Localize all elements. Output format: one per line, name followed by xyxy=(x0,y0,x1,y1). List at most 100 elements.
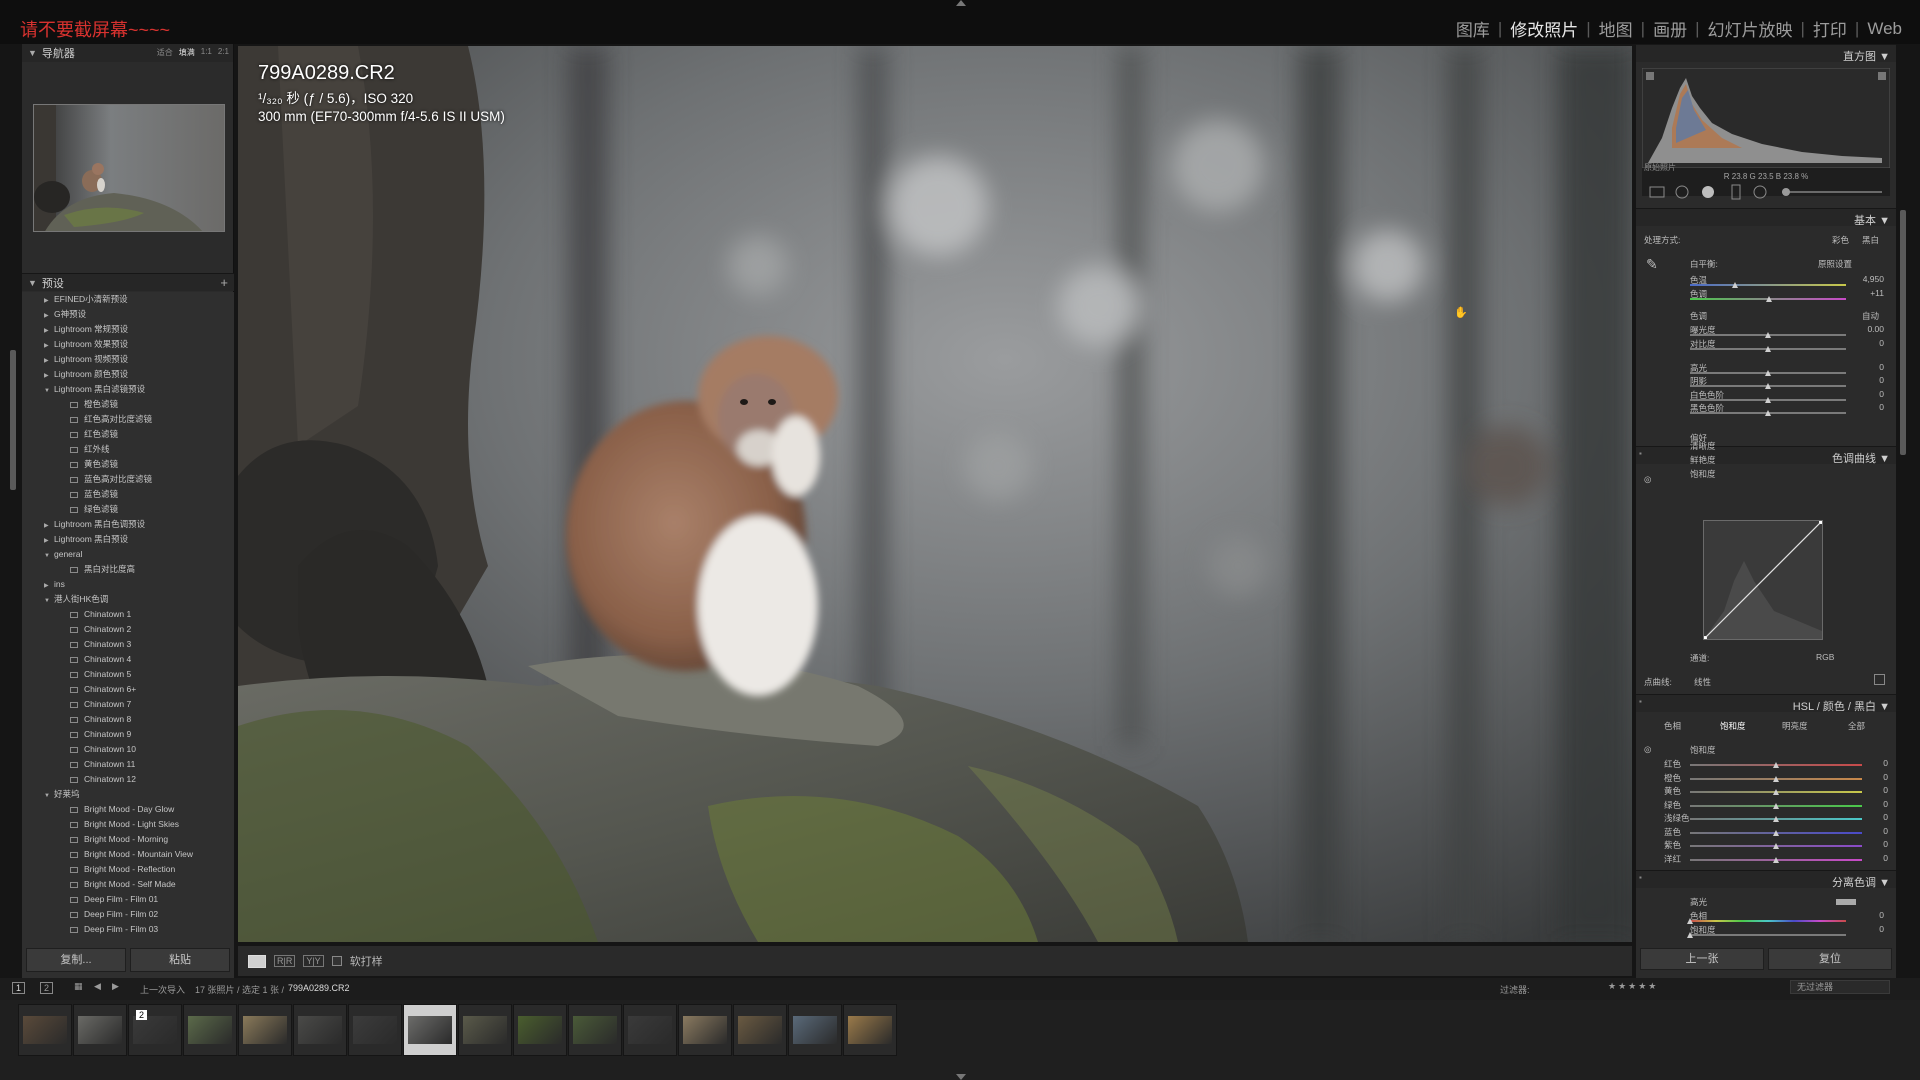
preset-item[interactable]: Bright Mood - Mountain View xyxy=(22,847,234,862)
hsl-subtab-saturation[interactable]: 饱和度 xyxy=(1720,720,1746,732)
preset-folder[interactable]: ▼ 港人街HK色调 xyxy=(22,592,234,607)
contrast-value[interactable]: 0 xyxy=(1854,338,1884,348)
collapse-triangle-icon[interactable]: ▼ xyxy=(28,278,37,288)
hsl-row-value[interactable]: 0 xyxy=(1858,812,1888,822)
preset-item[interactable]: 红外线 xyxy=(22,442,234,457)
folder-expanded-icon[interactable]: ▼ xyxy=(44,789,54,804)
preset-folder[interactable]: ▶ Lightroom 效果预设 xyxy=(22,337,234,352)
preset-item[interactable]: Chinatown 5 xyxy=(22,667,234,682)
module-slideshow[interactable]: 幻灯片放映 xyxy=(1700,16,1801,41)
split-sat-thumb[interactable] xyxy=(1687,932,1693,938)
preset-item[interactable]: Chinatown 10 xyxy=(22,742,234,757)
hsl-row-value[interactable]: 0 xyxy=(1858,826,1888,836)
filmstrip-thumbnail[interactable] xyxy=(183,1004,237,1056)
preset-folder[interactable]: ▼ 好莱坞 xyxy=(22,787,234,802)
folder-expanded-icon[interactable]: ▼ xyxy=(44,549,54,564)
filmstrip-thumbnail[interactable] xyxy=(623,1004,677,1056)
back-arrow-icon[interactable]: ◀ xyxy=(94,981,101,992)
hsl-slider-thumb[interactable] xyxy=(1773,775,1779,782)
preset-item[interactable]: Bright Mood - Morning xyxy=(22,832,234,847)
presets-header[interactable]: ▼ 预设 + xyxy=(22,273,234,291)
before-after-swap-icon[interactable]: Y|Y xyxy=(303,955,324,967)
filmstrip-thumbnail[interactable] xyxy=(788,1004,842,1056)
filmstrip-thumbnail[interactable] xyxy=(678,1004,732,1056)
hsl-subtab-all[interactable]: 全部 xyxy=(1848,720,1865,732)
hsl-subtab-luminance[interactable]: 明亮度 xyxy=(1782,720,1808,732)
split-hue-slider[interactable] xyxy=(1690,920,1846,922)
filmstrip-thumbnail[interactable] xyxy=(18,1004,72,1056)
hsl-row-value[interactable]: 0 xyxy=(1858,799,1888,809)
preset-item[interactable]: 橙色滤镜 xyxy=(22,397,234,412)
monitor-1-icon[interactable]: 1 xyxy=(12,982,26,994)
split-hue-value[interactable]: 0 xyxy=(1854,910,1884,920)
monitor-2-icon[interactable]: 2 xyxy=(40,982,54,994)
preset-item[interactable]: Chinatown 7 xyxy=(22,697,234,712)
hsl-tab-color[interactable]: 颜色 xyxy=(1823,701,1845,713)
zoom-1-1[interactable]: 1:1 xyxy=(201,47,212,58)
filmstrip-thumbnail[interactable] xyxy=(238,1004,292,1056)
preset-folder[interactable]: ▶ Lightroom 视频预设 xyxy=(22,352,234,367)
preset-item[interactable]: Bright Mood - Day Glow xyxy=(22,802,234,817)
zoom-fit[interactable]: 适合 xyxy=(157,47,173,58)
histogram-header[interactable]: 直方图 ▼ xyxy=(1636,44,1896,63)
star-rating-filter-icon[interactable]: ★★★★★ xyxy=(1608,981,1658,992)
shadows-value[interactable]: 0 xyxy=(1854,375,1884,385)
preset-folder[interactable]: ▶ EFINED小清新预设 xyxy=(22,292,234,307)
hsl-slider-thumb[interactable] xyxy=(1773,856,1779,863)
preset-folder[interactable]: ▶ G神预设 xyxy=(22,307,234,322)
right-panel-scrollbar[interactable] xyxy=(1900,210,1906,455)
highlights-slider-thumb[interactable] xyxy=(1765,370,1771,376)
forward-arrow-icon[interactable]: ▶ xyxy=(112,981,119,992)
point-curve-value[interactable]: 线性 xyxy=(1694,676,1711,688)
filmstrip-thumbnail[interactable] xyxy=(348,1004,402,1056)
module-book[interactable]: 画册 xyxy=(1645,16,1695,41)
folder-expanded-icon[interactable]: ▼ xyxy=(44,594,54,609)
blacks-slider-thumb[interactable] xyxy=(1765,410,1771,416)
treatment-color[interactable]: 彩色 xyxy=(1832,234,1849,246)
filmstrip-thumbnail[interactable] xyxy=(568,1004,622,1056)
preset-item[interactable]: Chinatown 11 xyxy=(22,757,234,772)
preset-folder[interactable]: ▶ Lightroom 黑白色调预设 xyxy=(22,517,234,532)
preset-item[interactable]: Deep Film - Film 02 xyxy=(22,907,234,922)
photo-canvas[interactable] xyxy=(238,46,1632,942)
preset-folder[interactable]: ▶ Lightroom 黑白预设 xyxy=(22,532,234,547)
whites-value[interactable]: 0 xyxy=(1854,389,1884,399)
before-after-icon[interactable]: R|R xyxy=(274,955,296,967)
zoom-fill[interactable]: 填满 xyxy=(179,47,195,58)
shadows-slider-thumb[interactable] xyxy=(1765,383,1771,389)
module-print[interactable]: 打印 xyxy=(1805,16,1855,41)
split-sat-slider[interactable] xyxy=(1690,934,1846,936)
hsl-row-value[interactable]: 0 xyxy=(1858,853,1888,863)
module-web[interactable]: Web xyxy=(1859,19,1910,39)
hsl-tab-bw[interactable]: 黑白 xyxy=(1854,701,1876,713)
reset-button[interactable]: 复位 xyxy=(1768,948,1892,970)
preset-folder[interactable]: ▶ Lightroom 颜色预设 xyxy=(22,367,234,382)
preset-item[interactable]: 蓝色滤镜 xyxy=(22,487,234,502)
eyedropper-icon[interactable]: ✎ xyxy=(1646,256,1658,273)
hsl-slider-thumb[interactable] xyxy=(1773,789,1779,795)
filmstrip-thumbnail[interactable] xyxy=(733,1004,787,1056)
navigator-preview[interactable] xyxy=(33,104,225,232)
module-develop[interactable]: 修改照片 xyxy=(1502,16,1586,41)
hsl-tab-hsl[interactable]: HSL xyxy=(1793,701,1814,713)
preset-item[interactable]: Bright Mood - Light Skies xyxy=(22,817,234,832)
collapse-triangle-icon[interactable]: ▼ xyxy=(28,48,37,58)
preset-folder[interactable]: ▶ ins xyxy=(22,577,234,592)
bottom-panel-toggle-icon[interactable] xyxy=(956,1074,966,1080)
wb-value[interactable]: 原照设置 xyxy=(1818,258,1852,270)
treatment-bw[interactable]: 黑白 xyxy=(1862,234,1879,246)
temp-value[interactable]: 4,950 xyxy=(1854,274,1884,284)
filmstrip-thumbnail[interactable] xyxy=(843,1004,897,1056)
preset-item[interactable]: Chinatown 6+ xyxy=(22,682,234,697)
basic-header[interactable]: 基本 ▼ xyxy=(1636,208,1896,227)
temp-slider[interactable] xyxy=(1690,284,1846,286)
split-sat-value[interactable]: 0 xyxy=(1854,924,1884,934)
tint-slider-thumb[interactable] xyxy=(1766,296,1772,302)
loupe-view-icon[interactable] xyxy=(248,954,266,968)
whites-slider-thumb[interactable] xyxy=(1765,397,1771,403)
folder-expanded-icon[interactable]: ▼ xyxy=(44,384,54,399)
hsl-header[interactable]: ▪ HSL / 颜色 / 黑白 ▼ xyxy=(1636,694,1896,713)
tone-curve-graph[interactable] xyxy=(1703,520,1823,640)
preset-item[interactable]: Deep Film - Film 03 xyxy=(22,922,234,937)
tone-auto[interactable]: 自动 xyxy=(1862,310,1879,322)
